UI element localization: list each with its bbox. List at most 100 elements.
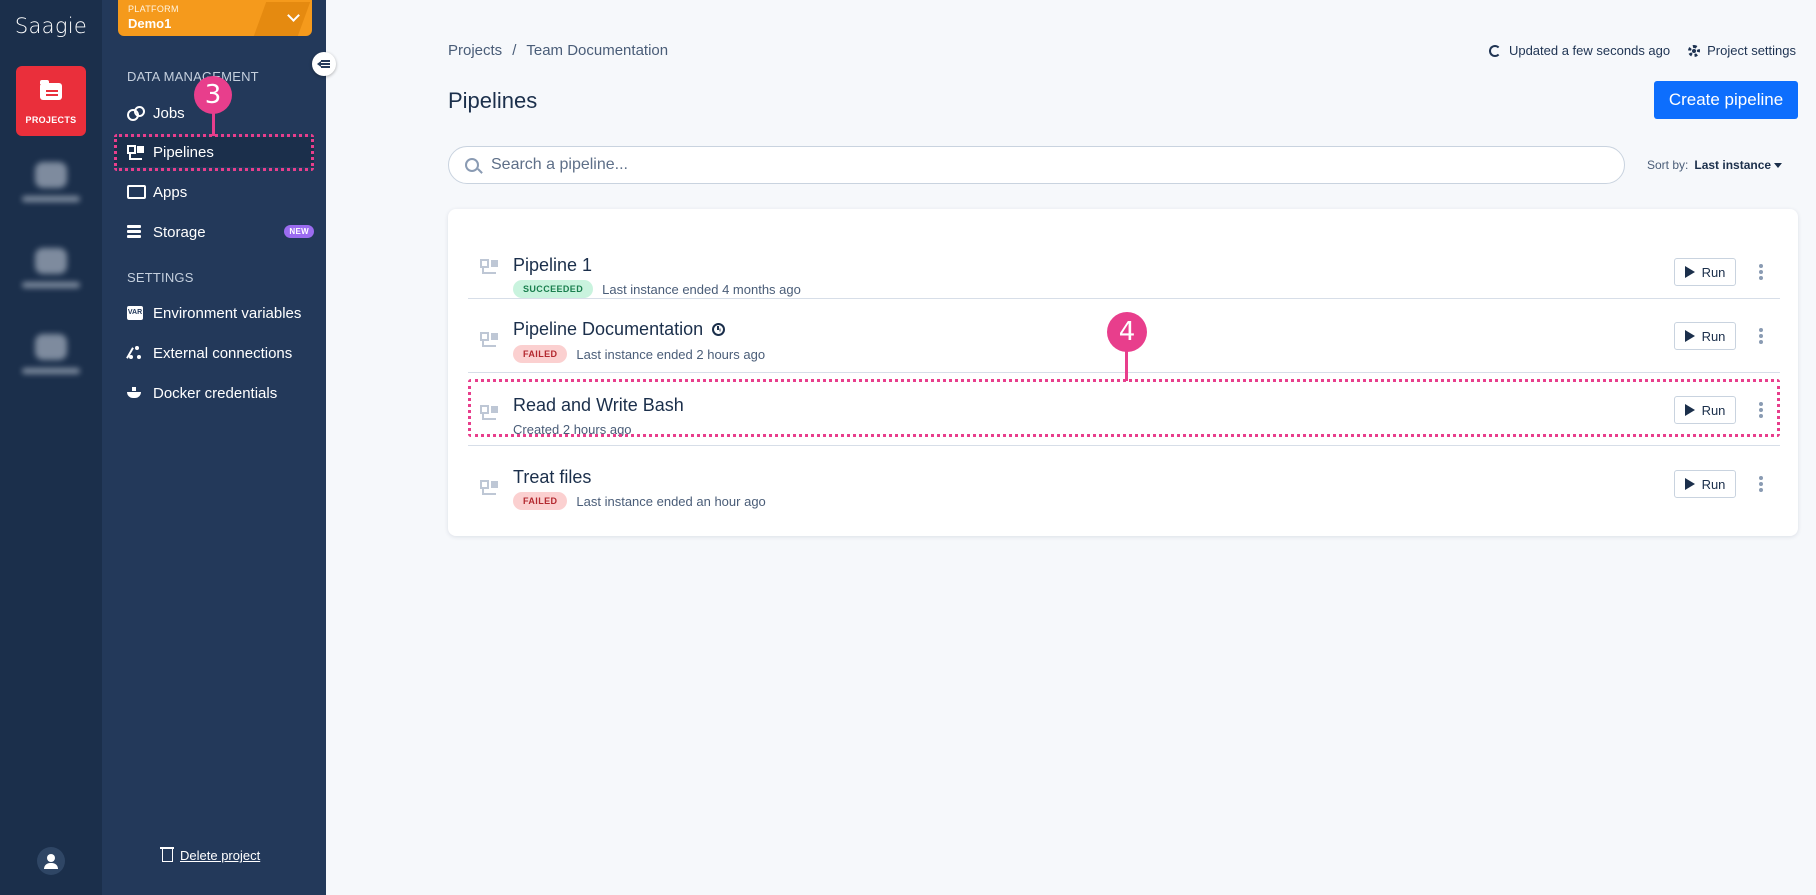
run-button[interactable]: Run — [1674, 258, 1736, 286]
run-button[interactable]: Run — [1674, 322, 1736, 350]
sidebar-item-label: Apps — [153, 183, 188, 201]
pipeline-meta: Created 2 hours ago — [513, 422, 632, 437]
run-label: Run — [1701, 264, 1726, 280]
pipeline-icon — [480, 405, 496, 421]
pipeline-row[interactable]: Read and Write Bash Created 2 hours ago … — [468, 373, 1780, 446]
run-label: Run — [1701, 476, 1726, 492]
blurred-rail-item-3[interactable] — [20, 330, 82, 388]
create-pipeline-button[interactable]: Create pipeline — [1654, 81, 1798, 119]
more-options-icon[interactable] — [1759, 476, 1763, 480]
blurred-rail-item-2[interactable] — [20, 244, 82, 302]
sidebar-item-apps[interactable]: Apps — [114, 177, 314, 207]
status-badge: FAILED — [513, 492, 568, 510]
pipeline-icon — [480, 259, 496, 275]
page-title: Pipelines — [448, 88, 538, 113]
pipeline-name[interactable]: Pipeline Documentation — [513, 319, 703, 340]
projects-rail-button[interactable]: PROJECTS — [16, 66, 86, 136]
platform-label: PLATFORM — [128, 4, 179, 14]
pipeline-icon — [480, 332, 496, 348]
more-options-icon[interactable] — [1759, 328, 1763, 332]
saagie-logo[interactable]: Saagie — [0, 14, 102, 38]
annotation-3-stem — [212, 112, 215, 136]
status-badge: SUCCEEDED — [513, 280, 594, 298]
play-icon — [1684, 478, 1695, 490]
run-label: Run — [1701, 402, 1726, 418]
breadcrumb-separator: / — [512, 42, 517, 59]
apps-icon — [127, 185, 146, 199]
pipeline-last-instance: Last instance ended 4 months ago — [602, 281, 801, 297]
run-button[interactable]: Run — [1674, 470, 1736, 498]
pipeline-meta: SUCCEEDED Last instance ended 4 months a… — [513, 280, 801, 298]
jobs-icon — [127, 106, 145, 121]
sidebar-item-docker-credentials[interactable]: Docker credentials — [114, 378, 314, 408]
sidebar-item-label: Environment variables — [153, 304, 302, 322]
more-options-icon[interactable] — [1759, 264, 1763, 268]
pipeline-meta: FAILED Last instance ended an hour ago — [513, 492, 766, 510]
sidebar-item-pipelines[interactable]: Pipelines — [114, 137, 314, 167]
delete-project-link[interactable]: Delete project — [160, 847, 261, 863]
docker-icon — [127, 386, 143, 400]
platform-decoration — [253, 2, 311, 36]
pipeline-name[interactable]: Pipeline 1 — [513, 255, 592, 276]
run-button[interactable]: Run — [1674, 396, 1736, 424]
pipeline-created: Created 2 hours ago — [513, 422, 632, 437]
storage-icon — [127, 225, 143, 239]
pipeline-name-wrap[interactable]: Pipeline Documentation — [513, 319, 726, 340]
sort-label: Sort by: — [1647, 158, 1689, 172]
breadcrumb-projects[interactable]: Projects — [448, 42, 502, 59]
caret-down-icon — [1774, 163, 1783, 169]
platform-name: Demo1 — [128, 16, 172, 31]
play-icon — [1684, 330, 1695, 342]
collapse-lines-icon — [321, 60, 330, 62]
user-avatar-icon[interactable] — [37, 847, 65, 875]
status-badge: FAILED — [513, 345, 568, 363]
refresh-icon[interactable] — [1488, 44, 1501, 57]
var-icon: VAR — [127, 306, 143, 320]
pipeline-name[interactable]: Read and Write Bash — [513, 395, 684, 416]
clock-icon — [712, 323, 726, 336]
pipeline-last-instance: Last instance ended 2 hours ago — [576, 346, 766, 362]
sidebar-item-label: Storage — [153, 223, 206, 241]
breadcrumb-team-documentation[interactable]: Team Documentation — [526, 42, 668, 59]
more-options-icon[interactable] — [1759, 402, 1763, 406]
sort-value[interactable]: Last instance — [1694, 158, 1771, 172]
pipeline-icon — [127, 145, 143, 160]
sidebar-item-environment-variables[interactable]: VAR Environment variables — [114, 298, 314, 328]
updated-status: Updated a few seconds ago — [1508, 43, 1671, 58]
collapse-sidebar-button[interactable] — [312, 52, 336, 76]
pipeline-icon — [480, 480, 496, 496]
search-input[interactable] — [491, 156, 1591, 174]
sort-control[interactable]: Sort by: Last instance — [1647, 158, 1783, 172]
data-management-heading: DATA MANAGEMENT — [127, 69, 259, 84]
external-connections-icon — [127, 346, 143, 360]
run-label: Run — [1701, 328, 1726, 344]
breadcrumb: Projects / Team Documentation — [448, 42, 668, 59]
pipeline-name[interactable]: Treat files — [513, 467, 591, 488]
search-icon — [465, 158, 479, 172]
pipeline-row[interactable]: Pipeline 1 SUCCEEDED Last instance ended… — [468, 226, 1780, 299]
pipeline-last-instance: Last instance ended an hour ago — [576, 493, 766, 509]
header-actions: Updated a few seconds ago Project settin… — [1488, 43, 1796, 58]
annotation-4-marker: 4 — [1107, 312, 1147, 352]
play-icon — [1684, 404, 1695, 416]
search-bar — [448, 146, 1625, 184]
sidebar-item-label: External connections — [153, 344, 293, 362]
pipeline-meta: FAILED Last instance ended 2 hours ago — [513, 345, 765, 363]
sidebar-item-label: Pipelines — [153, 143, 214, 161]
play-icon — [1684, 266, 1695, 278]
trash-icon — [160, 847, 174, 862]
delete-project-label: Delete project — [180, 848, 261, 863]
settings-heading: SETTINGS — [127, 270, 194, 285]
project-settings-link[interactable]: Project settings — [1707, 43, 1796, 58]
sidebar-item-external-connections[interactable]: External connections — [114, 338, 314, 368]
new-badge: NEW — [284, 225, 314, 238]
pipelines-list: Pipeline 1 SUCCEEDED Last instance ended… — [448, 209, 1798, 536]
pipeline-row[interactable]: Treat files FAILED Last instance ended a… — [468, 446, 1780, 520]
blurred-rail-item-1[interactable] — [20, 158, 82, 216]
sidebar-item-label: Jobs — [153, 104, 185, 122]
gear-icon — [1688, 44, 1701, 57]
app-rail: Saagie PROJECTS — [0, 0, 102, 895]
sidebar-item-label: Docker credentials — [153, 384, 278, 402]
sidebar-item-storage[interactable]: Storage NEW — [114, 217, 314, 247]
platform-selector[interactable]: PLATFORM Demo1 — [118, 0, 312, 36]
